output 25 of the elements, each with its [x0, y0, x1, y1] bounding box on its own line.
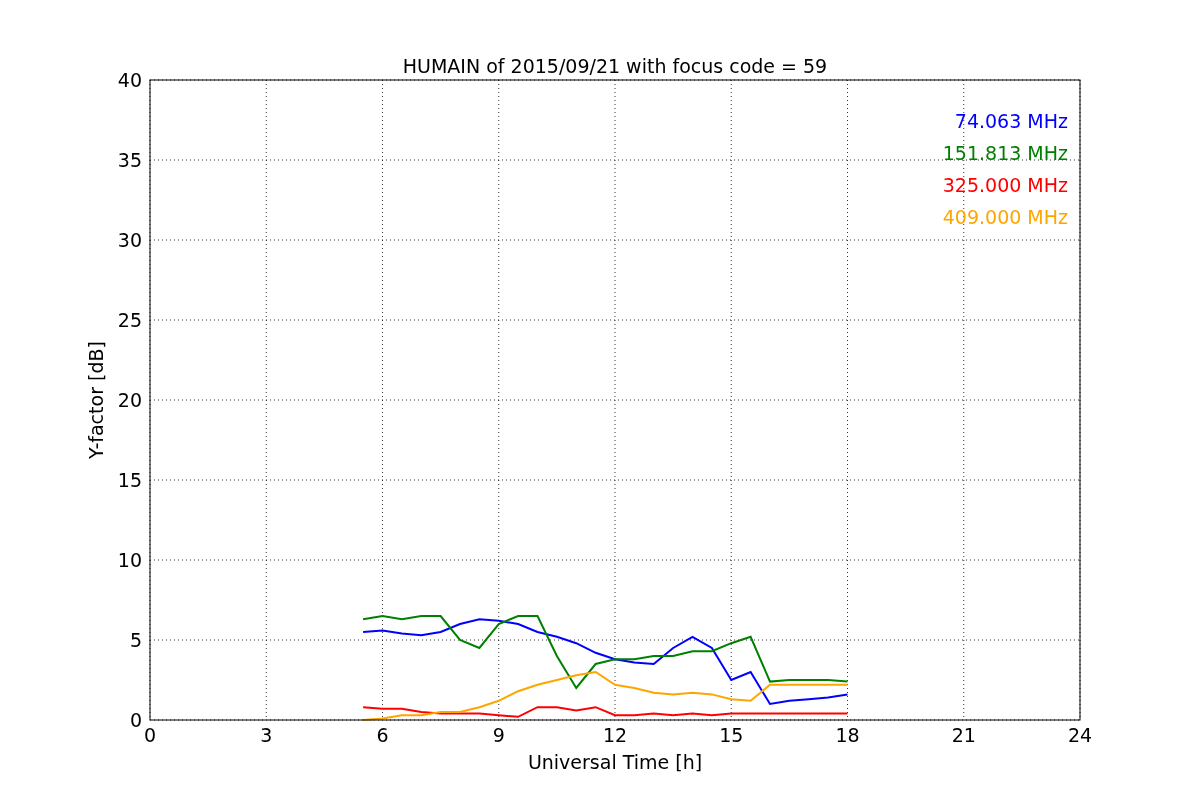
axis-tick-label: 18 [835, 724, 860, 746]
axis-tick-label: 12 [602, 724, 628, 746]
legend-label: 151.813 MHz [942, 142, 1068, 164]
axis-tick-label: 15 [117, 469, 142, 491]
axis-tick-label: 35 [117, 149, 142, 171]
x-axis-label: Universal Time [h] [527, 751, 703, 773]
axis-tick-label: 6 [376, 724, 389, 746]
axis-tick-label: 9 [492, 724, 505, 746]
axis-tick-label: 21 [951, 724, 976, 746]
axis-tick-label: 40 [117, 69, 142, 91]
axis-tick-label: 15 [719, 724, 744, 746]
axis-tick-label: 3 [260, 724, 273, 746]
axis-tick-label: 0 [143, 724, 157, 746]
chart-title: HUMAIN of 2015/09/21 with focus code = 59 [402, 55, 828, 77]
axis-tick-label: 24 [1067, 724, 1093, 746]
axis-tick-label: 10 [117, 549, 142, 571]
axis-tick-label: 5 [129, 629, 142, 651]
axis-tick-label: 25 [117, 309, 142, 331]
axis-tick-label: 20 [117, 389, 142, 411]
legend-label: 74.063 MHz [954, 110, 1068, 132]
y-axis-label: Y-factor [dB] [85, 341, 107, 459]
legend-label: 409.000 MHz [942, 206, 1068, 228]
axis-tick-label: 0 [129, 709, 142, 731]
axis-tick-label: 30 [117, 229, 142, 251]
legend-label: 325.000 MHz [942, 174, 1068, 196]
